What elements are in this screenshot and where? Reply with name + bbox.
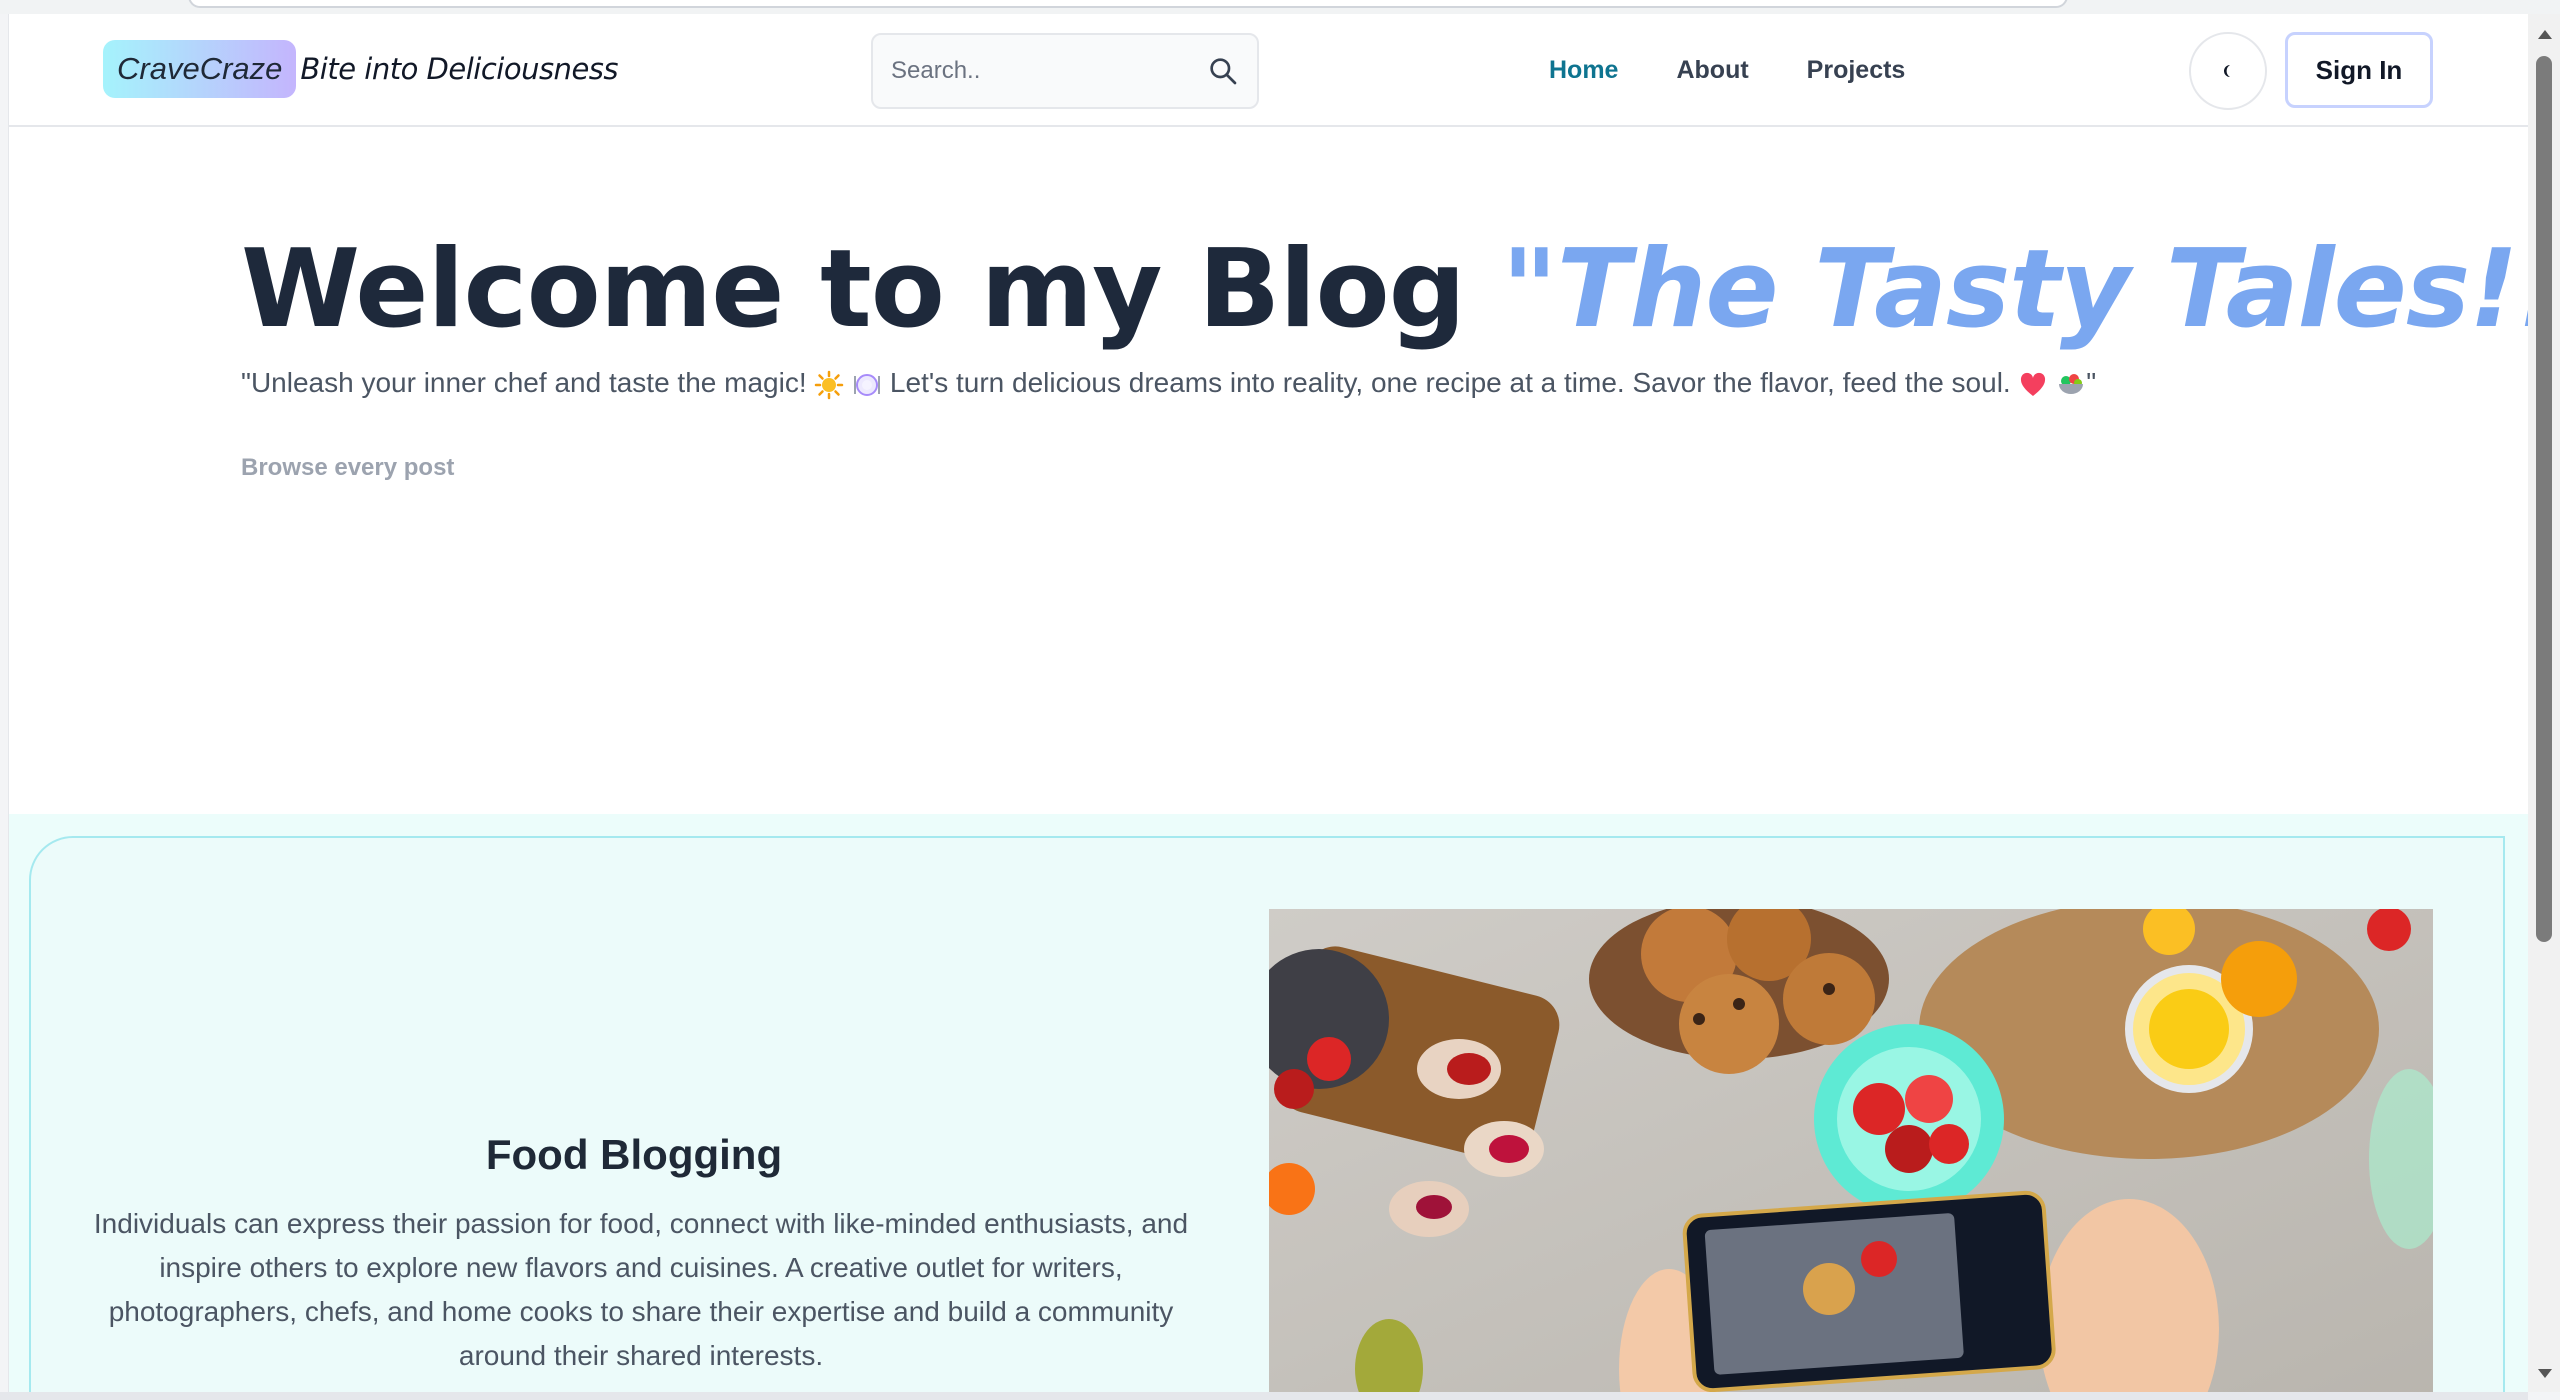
search-box <box>871 33 1259 109</box>
hero-title-main: Welcome to my Blog <box>241 227 1502 352</box>
browser-bottom-strip <box>0 1392 2528 1400</box>
nav-link-about[interactable]: About <box>1676 56 1748 85</box>
hero-subtitle-text-2: Let's turn delicious dreams into reality… <box>882 367 2019 398</box>
sun-icon <box>815 370 844 399</box>
brand-name[interactable]: CraveCraze <box>103 40 297 98</box>
salad-bowl-icon <box>2059 373 2084 394</box>
brand-tagline: Bite into Deliciousness <box>300 52 619 86</box>
navbar: CraveCraze Bite into Deliciousness Home … <box>9 14 2528 127</box>
browser-address-pill <box>188 0 2068 8</box>
feature-title: Food Blogging <box>485 1131 783 1178</box>
scroll-up-arrow-icon[interactable] <box>2538 30 2552 39</box>
food-photography-image <box>1269 909 2433 1392</box>
hero-title: Welcome to my Blog "The Tasty Tales!!" <box>241 227 2528 352</box>
scroll-down-arrow-icon[interactable] <box>2538 1369 2552 1378</box>
search-input[interactable] <box>891 57 1207 85</box>
sign-in-button[interactable]: Sign In <box>2285 32 2433 108</box>
hero-subtitle-text-1: "Unleash your inner chef and taste the m… <box>241 367 815 398</box>
search-icon[interactable] <box>1207 55 1239 87</box>
scrollbar-thumb[interactable] <box>2536 56 2552 942</box>
moon-icon <box>2224 65 2230 77</box>
hero-subtitle: "Unleash your inner chef and taste the m… <box>241 367 2096 400</box>
nav-links: Home About Projects <box>1549 14 1905 127</box>
hero-subtitle-text-3: " <box>2086 367 2097 398</box>
browser-top-strip <box>0 0 2560 14</box>
plate-cutlery-icon <box>854 373 881 396</box>
brand-logo[interactable]: CraveCraze Bite into Deliciousness <box>103 40 619 98</box>
feature-text: Individuals can express their passion fo… <box>93 1208 1189 1371</box>
nav-link-home[interactable]: Home <box>1549 56 1618 85</box>
browse-posts-link[interactable]: Browse every post <box>241 454 454 482</box>
page: CraveCraze Bite into Deliciousness Home … <box>8 14 2528 1392</box>
hero-title-accent: "The Tasty Tales!!" <box>1501 227 2528 352</box>
page-scrollbar[interactable] <box>2528 14 2560 1392</box>
heart-icon <box>2021 372 2046 396</box>
theme-toggle-button[interactable] <box>2189 32 2267 110</box>
nav-link-projects[interactable]: Projects <box>1807 56 1906 85</box>
